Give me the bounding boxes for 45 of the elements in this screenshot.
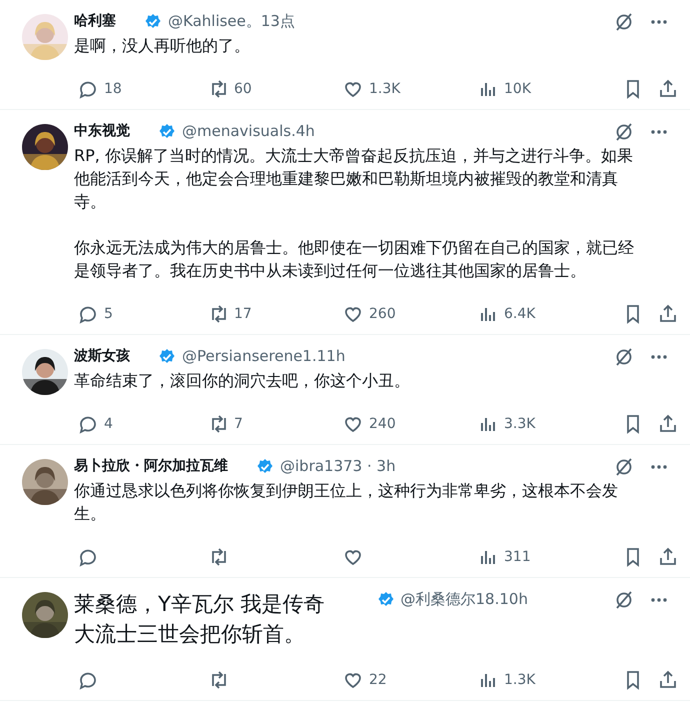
like-count: 22 [369, 672, 387, 688]
user-name[interactable]: 易卜拉欣・阿尔加拉瓦维 [74, 457, 228, 475]
repost-count: 17 [234, 306, 252, 322]
post-text: 大流士三世会把你斩首。 [74, 621, 306, 648]
share-icon[interactable] [658, 414, 678, 434]
user-name[interactable]: 哈利塞 [74, 12, 116, 30]
view-count: 10K [504, 81, 531, 97]
post-text: 革命结束了，滚回你的洞穴去吧，你这个小丑。 [74, 370, 411, 392]
slashed-circle-icon[interactable] [614, 12, 634, 32]
post-text: 是啊，没人再听他的了。 [74, 35, 251, 57]
view-count: 3.3K [504, 416, 536, 432]
user-handle: @Persianserene1.11h [182, 347, 346, 365]
view-count: 311 [504, 549, 531, 565]
post-text: RP, 你误解了当时的情况。大流士大帝曾奋起反抗压迫，并与之进行斗争。如果他能活到今天，他定会合理地重建黎巴嫩和巴勒斯坦境内被摧毁的教堂和清真寺。 你永远无法成为伟大的居鲁士。他即使在一切困难下仍留在自己的国家，就已经是领导者了。我在历史书中从未读到过任何一位逃往其他国家的居鲁士。 [74, 145, 635, 282]
reply-icon[interactable] [78, 414, 98, 434]
reply-count: 4 [104, 416, 113, 432]
reply-icon[interactable] [78, 670, 98, 690]
slashed-circle-icon[interactable] [614, 347, 634, 367]
user-handle: @ibra1373 · 3h [280, 457, 396, 475]
view-count: 6.4K [504, 306, 536, 322]
post-text: 你通过恳求以色列将你恢复到伊朗王位上，这种行为非常卑劣，这根本不会发生。 [74, 480, 619, 525]
view-count: 1.3K [504, 672, 536, 688]
reply-icon[interactable] [78, 79, 98, 99]
repost-count: 60 [234, 81, 252, 97]
slashed-circle-icon[interactable] [614, 457, 634, 477]
reply-icon[interactable] [78, 304, 98, 324]
share-icon[interactable] [658, 79, 678, 99]
share-icon[interactable] [658, 547, 678, 567]
user-name[interactable]: 中东视觉 [74, 122, 130, 140]
user-name[interactable]: 莱桑德，Y辛瓦尔 我是传奇 [74, 590, 325, 618]
reply-count: 5 [104, 306, 113, 322]
user-name[interactable]: 波斯女孩 [74, 347, 130, 365]
user-handle: @Kahlisee。13点 [168, 12, 295, 31]
slashed-circle-icon[interactable] [614, 590, 634, 610]
like-count: 260 [369, 306, 396, 322]
user-handle: @利桑德尔18.10h [400, 590, 528, 609]
like-count: 1.3K [369, 81, 400, 97]
share-icon[interactable] [658, 670, 678, 690]
slashed-circle-icon[interactable] [614, 122, 634, 142]
repost-count: 7 [234, 416, 243, 432]
reply-count: 18 [104, 81, 122, 97]
user-handle: @menavisuals.4h [182, 122, 315, 140]
like-count: 240 [369, 416, 396, 432]
reply-icon[interactable] [78, 547, 98, 567]
share-icon[interactable] [658, 304, 678, 324]
